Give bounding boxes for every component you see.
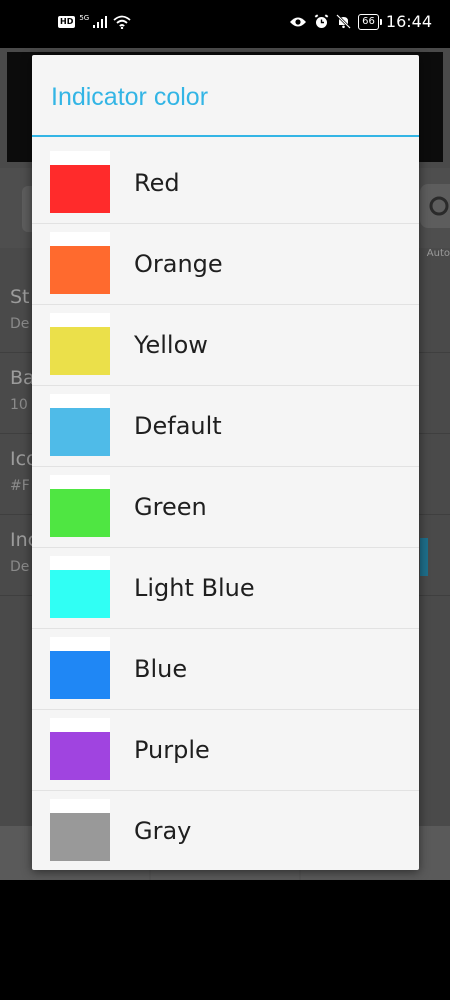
navigation-bar (0, 880, 450, 1000)
color-swatch (50, 327, 110, 375)
color-swatch (50, 489, 110, 537)
eye-icon (290, 17, 307, 26)
settings-row-value: #F (10, 478, 30, 494)
color-option-gray[interactable]: Gray (32, 791, 419, 870)
swatch-container (50, 556, 110, 620)
title-divider (32, 135, 419, 137)
color-option-orange[interactable]: Orange (32, 224, 419, 305)
swatch-highlight (50, 151, 110, 165)
color-swatch (50, 813, 110, 861)
settings-row-title: St (10, 286, 30, 308)
dialog-title: Indicator color (51, 83, 209, 111)
swatch-container (50, 151, 110, 215)
color-option-default[interactable]: Default (32, 386, 419, 467)
color-option-label: Gray (134, 817, 192, 845)
swatch-highlight (50, 637, 110, 651)
color-swatch (50, 408, 110, 456)
color-option-label: Light Blue (134, 574, 255, 602)
swatch-highlight (50, 232, 110, 246)
color-swatch (50, 246, 110, 294)
bell-muted-icon (336, 14, 352, 29)
color-option-light-blue[interactable]: Light Blue (32, 548, 419, 629)
signal-icon (93, 16, 108, 28)
color-option-purple[interactable]: Purple (32, 710, 419, 791)
settings-row-value: 10 (10, 397, 28, 413)
color-option-label: Yellow (134, 331, 208, 359)
swatch-highlight (50, 313, 110, 327)
color-swatch (50, 165, 110, 213)
swatch-container (50, 799, 110, 863)
color-option-yellow[interactable]: Yellow (32, 305, 419, 386)
swatch-highlight (50, 475, 110, 489)
color-swatch (50, 570, 110, 618)
battery-icon: 66 (358, 13, 382, 30)
color-swatch (50, 651, 110, 699)
settings-row-value: De (10, 559, 30, 575)
color-option-blue[interactable]: Blue (32, 629, 419, 710)
status-bar: HD 5G 66 16:44 (0, 0, 450, 48)
swatch-container (50, 394, 110, 458)
swatch-highlight (50, 799, 110, 813)
swatch-highlight (50, 394, 110, 408)
color-option-label: Blue (134, 655, 188, 683)
color-option-list: Red Orange Yellow Default Green Light Bl… (32, 143, 419, 870)
auto-button (420, 184, 450, 228)
clock: 16:44 (385, 12, 432, 31)
indicator-color-dialog: Indicator color Red Orange Yellow Defaul… (32, 55, 419, 870)
hd-badge: HD (58, 16, 76, 28)
network-type: 5G (79, 14, 90, 22)
swatch-highlight (50, 718, 110, 732)
settings-row-value: De (10, 316, 30, 332)
status-left: HD 5G (58, 14, 131, 29)
swatch-container (50, 718, 110, 782)
app-accent-button (420, 538, 428, 576)
color-option-label: Green (134, 493, 207, 521)
wifi-icon (113, 15, 131, 29)
color-option-label: Red (134, 169, 180, 197)
swatch-container (50, 232, 110, 296)
swatch-container (50, 475, 110, 539)
color-option-label: Purple (134, 736, 210, 764)
color-option-label: Default (134, 412, 222, 440)
color-option-green[interactable]: Green (32, 467, 419, 548)
auto-icon (429, 196, 449, 216)
alarm-icon (314, 14, 329, 28)
color-swatch (50, 732, 110, 780)
swatch-container (50, 313, 110, 377)
auto-label: Auto (426, 248, 450, 259)
swatch-highlight (50, 556, 110, 570)
status-right: 66 16:44 (289, 12, 432, 31)
settings-row-title: Ba (10, 367, 35, 389)
color-option-label: Orange (134, 250, 223, 278)
color-option-red[interactable]: Red (32, 143, 419, 224)
swatch-container (50, 637, 110, 701)
